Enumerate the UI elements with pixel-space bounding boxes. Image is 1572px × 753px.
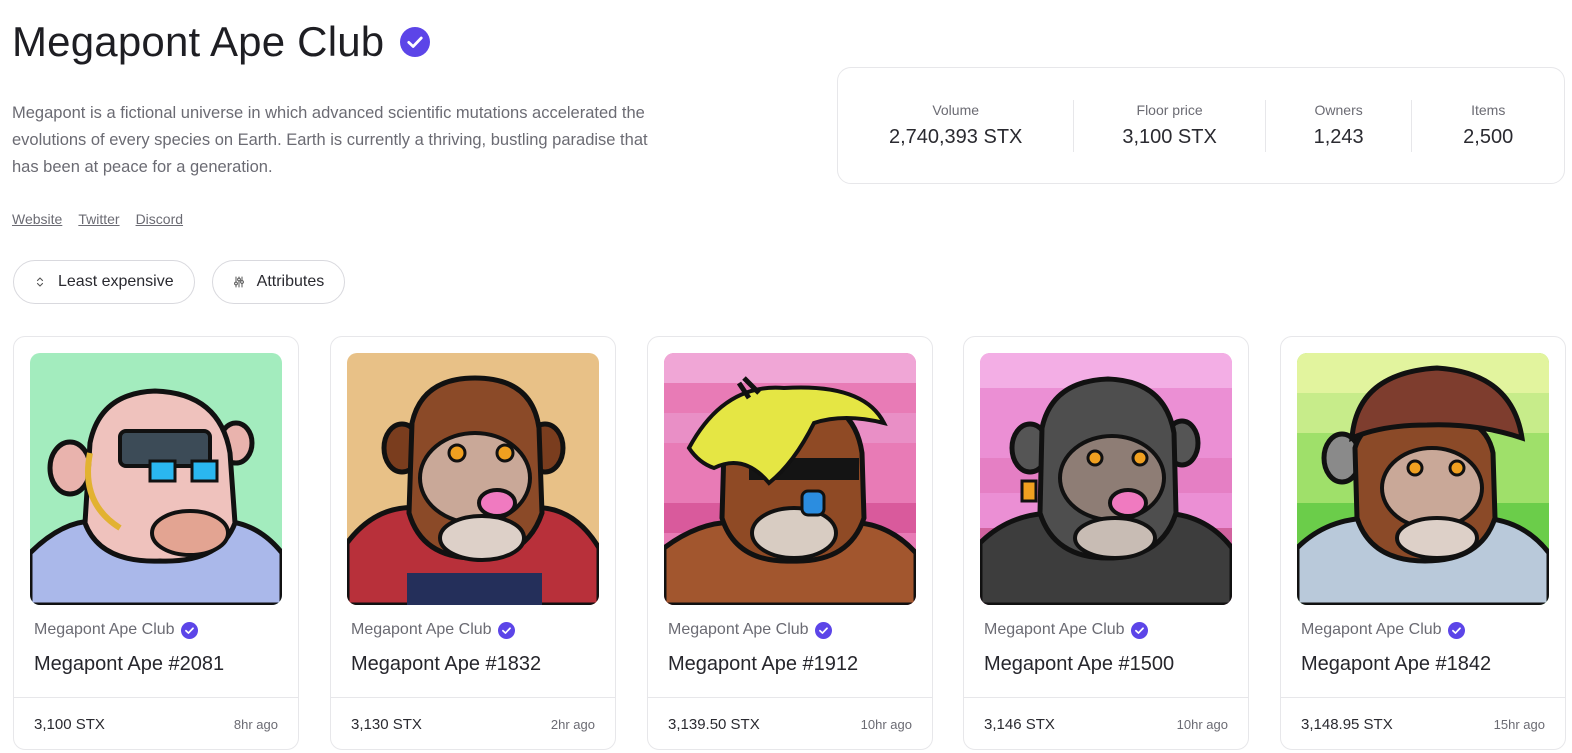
collection-stats: Volume 2,740,393 STX Floor price 3,100 S…	[837, 67, 1565, 184]
card-price: 3,139.50 STX	[668, 716, 760, 733]
card-footer: 3,100 STX 8hr ago	[14, 697, 298, 749]
card-collection: Megapont Ape Club	[984, 621, 1148, 639]
card-footer: 3,148.95 STX 15hr ago	[1281, 697, 1565, 749]
nft-image	[1297, 353, 1549, 605]
page-header: Megapont Ape Club	[12, 18, 431, 66]
stat-value: 1,243	[1313, 126, 1364, 148]
card-listed-time: 10hr ago	[860, 717, 912, 732]
card-price: 3,130 STX	[351, 716, 422, 733]
nft-image	[664, 353, 916, 605]
card-footer: 3,139.50 STX 10hr ago	[648, 697, 932, 749]
card-title: Megapont Ape #1500	[984, 653, 1175, 675]
card-listed-time: 8hr ago	[233, 717, 278, 732]
nft-image	[980, 353, 1232, 605]
card-price: 3,148.95 STX	[1301, 716, 1393, 733]
listing-controls: Least expensive Attributes	[13, 260, 346, 304]
card-price: 3,146 STX	[984, 716, 1055, 733]
card-footer: 3,146 STX 10hr ago	[964, 697, 1248, 749]
collection-description: Megapont is a fictional universe in whic…	[12, 104, 648, 176]
stat-volume: Volume 2,740,393 STX	[838, 100, 1073, 152]
card-collection: Megapont Ape Club	[1301, 621, 1465, 639]
card-collection-name: Megapont Ape Club	[351, 621, 492, 638]
stat-label: Floor price	[1136, 102, 1203, 118]
sort-arrows-icon	[36, 277, 44, 287]
nft-card[interactable]: Megapont Ape Club Megapont Ape #1912 3,1…	[647, 336, 933, 750]
nft-image	[30, 353, 282, 605]
card-listed-time: 15hr ago	[1493, 717, 1545, 732]
nft-card[interactable]: Megapont Ape Club Megapont Ape #2081 3,1…	[13, 336, 299, 750]
card-price: 3,100 STX	[34, 716, 105, 733]
card-title: Megapont Ape #1832	[351, 653, 542, 675]
discord-link[interactable]: Discord	[136, 211, 183, 227]
card-collection: Megapont Ape Club	[34, 621, 198, 639]
nft-card[interactable]: Megapont Ape Club Megapont Ape #1832 3,1…	[330, 336, 616, 750]
card-collection-name: Megapont Ape Club	[34, 621, 175, 638]
stat-label: Items	[1471, 102, 1506, 118]
ape-artwork-icon	[30, 353, 282, 605]
stat-label: Volume	[932, 102, 980, 118]
verified-check-icon	[1130, 621, 1148, 639]
card-collection-name: Megapont Ape Club	[1301, 621, 1442, 638]
ape-artwork-icon	[980, 353, 1232, 605]
card-collection-name: Megapont Ape Club	[984, 621, 1125, 638]
stat-floor-price: Floor price 3,100 STX	[1074, 100, 1264, 152]
stat-label: Owners	[1314, 102, 1363, 118]
sort-button[interactable]: Least expensive	[13, 260, 195, 304]
card-title: Megapont Ape #1912	[668, 653, 859, 675]
card-title: Megapont Ape #2081	[34, 653, 225, 675]
verified-check-icon	[1447, 621, 1465, 639]
card-title: Megapont Ape #1842	[1301, 653, 1492, 675]
stat-owners: Owners 1,243	[1266, 100, 1412, 152]
verified-check-icon	[180, 621, 198, 639]
card-collection-name: Megapont Ape Club	[668, 621, 809, 638]
verified-check-icon	[814, 621, 832, 639]
ape-artwork-icon	[1297, 353, 1549, 605]
page-title: Megapont Ape Club	[12, 18, 385, 65]
ape-artwork-icon	[347, 353, 599, 605]
sliders-icon	[233, 276, 244, 288]
stat-value: 2,740,393 STX	[888, 126, 1023, 148]
website-link[interactable]: Website	[12, 211, 62, 227]
card-collection: Megapont Ape Club	[351, 621, 515, 639]
card-listed-time: 2hr ago	[550, 717, 595, 732]
stat-value: 2,500	[1463, 126, 1514, 148]
twitter-link[interactable]: Twitter	[78, 211, 119, 227]
attributes-filter-button[interactable]: Attributes	[211, 260, 346, 304]
nft-card[interactable]: Megapont Ape Club Megapont Ape #1500 3,1…	[963, 336, 1249, 750]
ape-artwork-icon	[664, 353, 916, 605]
card-listed-time: 10hr ago	[1176, 717, 1228, 732]
attributes-label: Attributes	[256, 273, 325, 290]
stat-value: 3,100 STX	[1122, 126, 1217, 148]
verified-check-icon	[497, 621, 515, 639]
card-footer: 3,130 STX 2hr ago	[331, 697, 615, 749]
nft-card[interactable]: Megapont Ape Club Megapont Ape #1842 3,1…	[1280, 336, 1566, 750]
social-links: Website Twitter Discord	[12, 211, 183, 227]
verified-check-icon	[400, 27, 431, 57]
nft-image	[347, 353, 599, 605]
stat-items: Items 2,500	[1412, 100, 1564, 152]
card-collection: Megapont Ape Club	[668, 621, 832, 639]
sort-label: Least expensive	[58, 273, 174, 290]
